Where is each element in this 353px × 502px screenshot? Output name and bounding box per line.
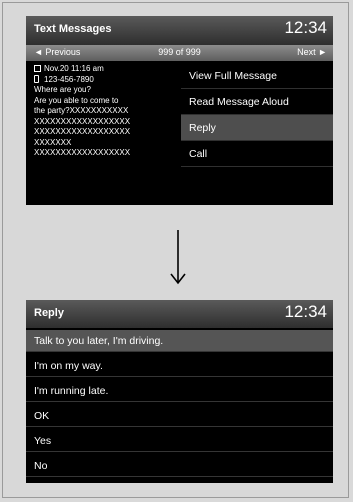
reply-list: Talk to you later, I'm driving. I'm on m… [26,328,333,483]
message-phone: 123-456-7890 [44,74,94,84]
message-body-line: XXXXXXX [34,137,72,147]
clock: 12:34 [284,18,327,37]
message-body-line: XXXXXXXXXXXXXXXXXX [34,127,131,136]
message-body-line: XXXXXXXXXXXXXXXXXX [34,148,131,157]
phone-icon [34,74,39,83]
message-counter: 999 of 999 [158,47,201,57]
reply-screen: Reply 12:34 Talk to you later, I'm drivi… [26,300,333,483]
calendar-icon [34,65,41,72]
message-datetime: Nov.20 11:16 am [44,64,104,73]
next-button[interactable]: Next ► [297,47,327,57]
view-full-message-option[interactable]: View Full Message [181,63,333,89]
screen-title: Text Messages [34,23,112,35]
message-body-line: XXXXXXXXXXXXXXXXXX [34,116,131,126]
message-datetime-row: Nov.20 11:16 am [34,64,178,75]
reply-item[interactable]: Talk to you later, I'm driving. [26,330,333,352]
reply-item[interactable]: No [26,455,333,477]
message-navigation-bar: ◄ Previous 999 of 999 Next ► [26,45,333,61]
down-arrow-icon [170,230,186,285]
screen-title: Reply [34,307,64,319]
call-option[interactable]: Call [181,141,333,167]
reply-item[interactable]: Yes [26,430,333,452]
message-body-line: Are you able to come to [34,95,119,105]
text-messages-screen: Text Messages 12:34 ◄ Previous 999 of 99… [26,16,333,205]
message-body-line: Where are you? [34,85,91,94]
message-phone-row: 123-456-7890 [34,74,178,86]
read-message-aloud-option[interactable]: Read Message Aloud [181,89,333,115]
reply-item[interactable]: I'm running late. [26,380,333,402]
message-preview-pane: Nov.20 11:16 am 123-456-7890 Where are y… [26,61,178,205]
message-body-line: the party?XXXXXXXXXXX [34,106,129,115]
reply-item[interactable]: OK [26,405,333,427]
header-bar: Text Messages 12:34 [26,16,333,45]
header-bar: Reply 12:34 [26,300,333,328]
reply-option[interactable]: Reply [181,115,333,141]
clock: 12:34 [284,302,327,321]
message-options-menu: View Full Message Read Message Aloud Rep… [181,61,333,205]
reply-item[interactable]: I'm on my way. [26,355,333,377]
